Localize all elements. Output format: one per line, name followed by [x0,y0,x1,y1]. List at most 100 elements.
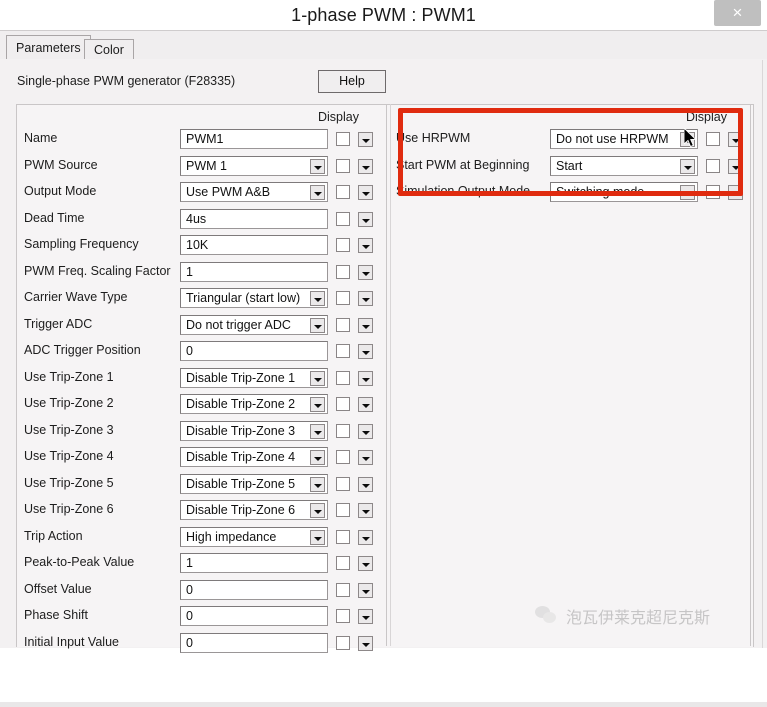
display-options-button-use-trip-zone-6[interactable] [358,503,373,518]
display-options-button-pwm-freq-scaling-factor[interactable] [358,264,373,280]
display-checkbox-trigger-adc[interactable] [336,317,350,332]
display-checkbox-start-pwm-at-beginning[interactable] [706,158,720,173]
chevron-down-icon[interactable] [310,450,325,465]
parameter-value: Disable Trip-Zone 4 [186,450,296,464]
display-checkbox-carrier-wave-type[interactable] [336,291,350,305]
parameter-value: Do not trigger ADC [186,317,291,332]
parameter-label: Use Trip-Zone 2 [24,396,114,410]
parameter-label: Dead Time [24,210,85,225]
parameter-combo-simulation-output-mode[interactable]: Switching mode [550,182,698,202]
display-checkbox-use-trip-zone-5[interactable] [336,476,350,491]
display-checkbox-use-trip-zone-1[interactable] [336,370,350,385]
chevron-down-icon[interactable] [680,158,695,174]
display-checkbox-initial-input-value[interactable] [336,635,350,650]
parameter-input-pwm-freq-scaling-factor[interactable]: 1 [180,261,328,282]
parameter-input-adc-trigger-position[interactable]: 0 [180,341,328,361]
display-checkbox-peak-to-peak-value[interactable] [336,556,350,570]
display-checkbox-sampling-frequency[interactable] [336,238,350,252]
display-checkbox-trip-action[interactable] [336,529,350,544]
display-checkbox-output-mode[interactable] [336,185,350,199]
parameter-combo-use-trip-zone-1[interactable]: Disable Trip-Zone 1 [180,367,328,388]
display-checkbox-name[interactable] [336,132,350,146]
display-options-button-sampling-frequency[interactable] [358,238,373,253]
chevron-down-icon[interactable] [310,291,325,306]
dialog-right-edge [762,60,763,648]
chevron-down-icon[interactable] [310,503,325,518]
display-options-button-name[interactable] [358,132,373,147]
display-checkbox-phase-shift[interactable] [336,609,350,623]
chevron-down-icon[interactable] [680,185,695,200]
display-options-button-phase-shift[interactable] [358,609,373,624]
chevron-down-icon[interactable] [310,158,325,174]
parameter-combo-output-mode[interactable]: Use PWM A&B [180,182,328,202]
display-options-button-trip-action[interactable] [358,529,373,545]
tab-color[interactable]: Color [84,39,134,61]
parameter-input-offset-value[interactable]: 0 [180,579,328,600]
display-checkbox-pwm-source[interactable] [336,158,350,173]
display-options-button-start-pwm-at-beginning[interactable] [728,158,743,174]
display-options-button-use-trip-zone-5[interactable] [358,476,373,492]
parameter-combo-use-trip-zone-2[interactable]: Disable Trip-Zone 2 [180,394,328,414]
groupbox-right-edge [750,104,751,646]
parameter-combo-trip-action[interactable]: High impedance [180,526,328,547]
parameter-input-dead-time[interactable]: 4us [180,208,328,229]
display-checkbox-simulation-output-mode[interactable] [706,185,720,199]
display-options-button-output-mode[interactable] [358,185,373,200]
tab-parameters[interactable]: Parameters [6,35,91,61]
display-header-right: Display [686,110,727,124]
parameter-combo-use-trip-zone-4[interactable]: Disable Trip-Zone 4 [180,447,328,467]
parameter-combo-use-trip-zone-5[interactable]: Disable Trip-Zone 5 [180,473,328,494]
help-button[interactable]: Help [318,70,386,93]
chevron-down-icon[interactable] [310,529,325,545]
display-options-button-offset-value[interactable] [358,582,373,598]
parameter-input-peak-to-peak-value[interactable]: 1 [180,553,328,573]
chevron-down-icon[interactable] [310,397,325,412]
display-checkbox-use-hrpwm[interactable] [706,132,720,146]
display-options-button-peak-to-peak-value[interactable] [358,556,373,571]
parameter-input-name[interactable]: PWM1 [180,129,328,149]
display-checkbox-use-trip-zone-6[interactable] [336,503,350,517]
display-options-button-use-trip-zone-2[interactable] [358,397,373,412]
parameter-combo-carrier-wave-type[interactable]: Triangular (start low) [180,288,328,308]
chevron-down-icon[interactable] [310,317,325,333]
parameter-combo-pwm-source[interactable]: PWM 1 [180,155,328,176]
watermark: 泡瓦伊莱克超尼克斯 [535,601,710,631]
display-options-button-use-trip-zone-1[interactable] [358,370,373,386]
display-checkbox-use-trip-zone-2[interactable] [336,397,350,411]
parameter-input-initial-input-value[interactable]: 0 [180,632,328,653]
display-checkbox-use-trip-zone-4[interactable] [336,450,350,464]
chevron-down-icon[interactable] [310,185,325,200]
chevron-down-icon[interactable] [310,423,325,439]
chevron-down-icon[interactable] [310,370,325,386]
close-button[interactable]: × [714,0,761,26]
parameter-label: Initial Input Value [24,634,119,649]
display-checkbox-use-trip-zone-3[interactable] [336,423,350,438]
parameter-input-phase-shift[interactable]: 0 [180,606,328,626]
parameter-combo-use-trip-zone-3[interactable]: Disable Trip-Zone 3 [180,420,328,441]
parameter-combo-start-pwm-at-beginning[interactable]: Start [550,155,698,176]
display-options-button-dead-time[interactable] [358,211,373,227]
display-options-button-simulation-output-mode[interactable] [728,185,743,200]
display-options-button-carrier-wave-type[interactable] [358,291,373,306]
display-options-button-adc-trigger-position[interactable] [358,344,373,359]
display-checkbox-offset-value[interactable] [336,582,350,597]
parameter-value: High impedance [186,529,277,544]
parameter-value: Use PWM A&B [186,185,271,199]
display-checkbox-adc-trigger-position[interactable] [336,344,350,358]
parameter-combo-trigger-adc[interactable]: Do not trigger ADC [180,314,328,335]
display-options-button-use-trip-zone-3[interactable] [358,423,373,439]
display-checkbox-dead-time[interactable] [336,211,350,226]
parameter-row-peak-to-peak-value: Peak-to-Peak Value 1 [24,553,384,575]
parameter-value: 1 [186,556,193,570]
display-options-button-trigger-adc[interactable] [358,317,373,333]
display-options-button-use-hrpwm[interactable] [728,132,743,147]
chevron-down-icon[interactable] [310,476,325,492]
display-options-button-use-trip-zone-4[interactable] [358,450,373,465]
parameter-combo-use-trip-zone-6[interactable]: Disable Trip-Zone 6 [180,500,328,520]
display-options-button-initial-input-value[interactable] [358,635,373,651]
parameter-combo-use-hrpwm[interactable]: Do not use HRPWM [550,129,698,149]
parameter-value: 4us [186,211,207,226]
display-checkbox-pwm-freq-scaling-factor[interactable] [336,264,350,279]
display-options-button-pwm-source[interactable] [358,158,373,174]
parameter-input-sampling-frequency[interactable]: 10K [180,235,328,255]
